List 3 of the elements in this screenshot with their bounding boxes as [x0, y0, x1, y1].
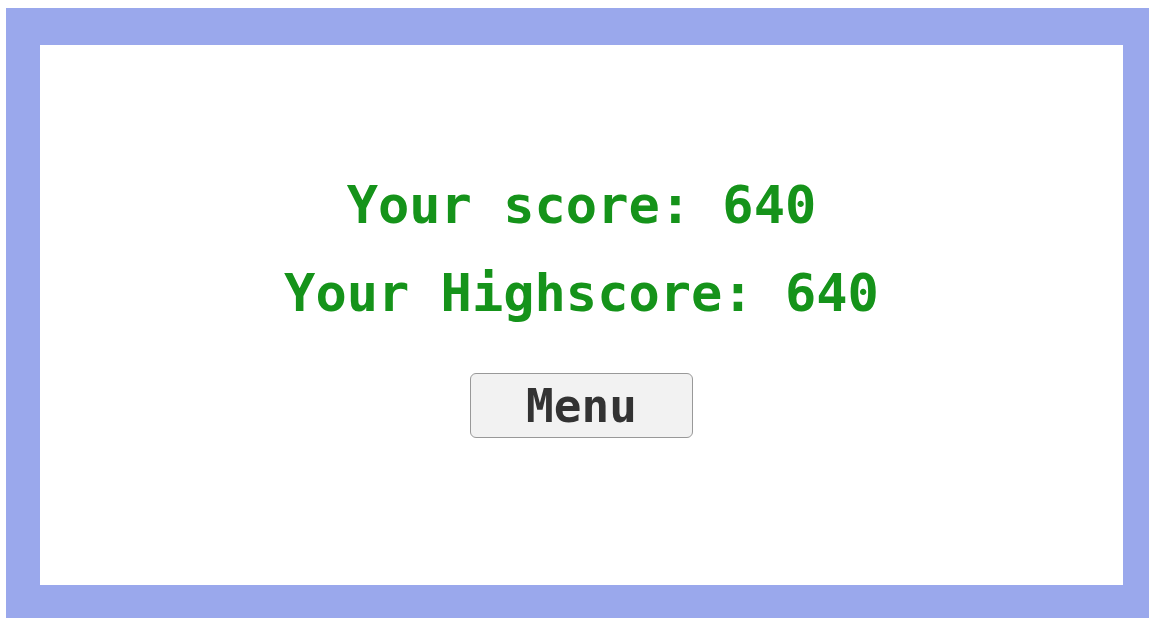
highscore-text: Your Highscore: 640: [284, 263, 879, 323]
menu-button[interactable]: Menu: [470, 373, 693, 438]
score-text: Your score: 640: [346, 175, 817, 235]
